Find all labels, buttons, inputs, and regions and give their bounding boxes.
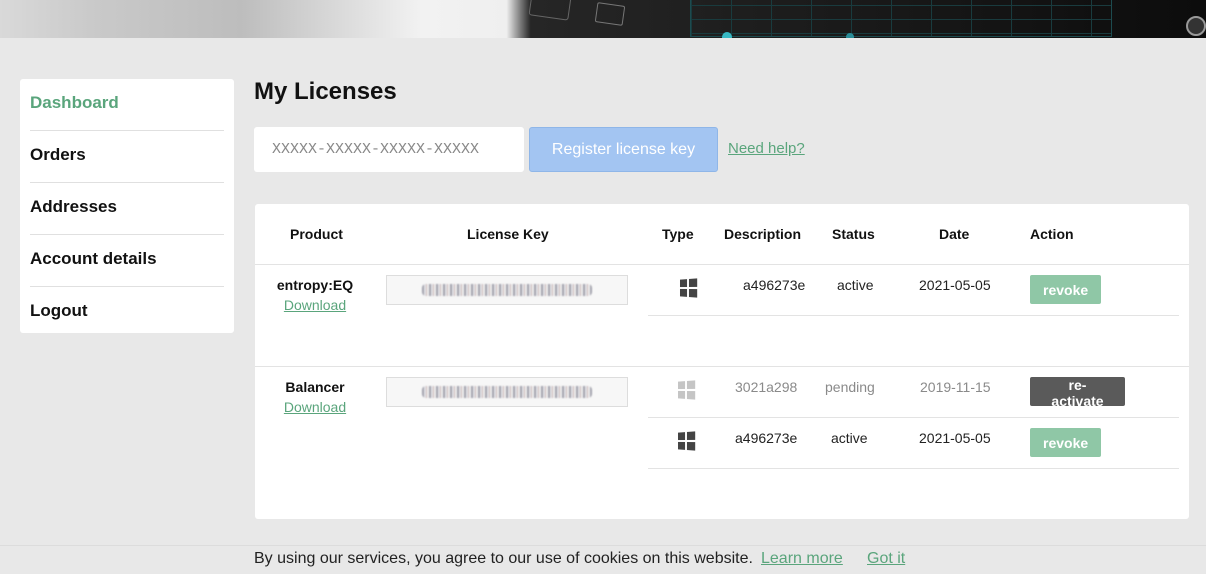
- product-name: Balancer: [285, 379, 345, 395]
- activation-divider: [648, 315, 1179, 316]
- activation-date: 2019-11-15: [920, 379, 991, 395]
- sidebar-item-addresses[interactable]: Addresses: [30, 183, 224, 235]
- windows-icon: [677, 380, 696, 400]
- header-divider: [255, 264, 1189, 265]
- product-divider: [255, 366, 1189, 367]
- header-banner-image: [0, 0, 1206, 38]
- sidebar-item-logout[interactable]: Logout: [30, 287, 224, 338]
- got-it-link[interactable]: Got it: [867, 550, 905, 568]
- activation-status: active: [831, 430, 868, 446]
- activation-description: 3021a298: [735, 379, 798, 395]
- revoke-button[interactable]: revoke: [1030, 275, 1101, 304]
- activation-divider: [648, 468, 1179, 469]
- page-title: My Licenses: [254, 78, 397, 105]
- activation-status: active: [837, 277, 874, 293]
- column-header-date: Date: [939, 226, 970, 242]
- obscured-license-key: [422, 284, 592, 296]
- license-key-input[interactable]: [254, 127, 524, 172]
- column-header-type: Type: [662, 226, 694, 242]
- windows-icon: [679, 278, 698, 298]
- product-name: entropy:EQ: [276, 277, 354, 293]
- column-header-license-key: License Key: [467, 226, 549, 242]
- banner-node: [846, 33, 854, 38]
- banner-knob: [1186, 16, 1206, 36]
- sidebar-item-dashboard[interactable]: Dashboard: [30, 79, 224, 131]
- activation-status: pending: [825, 379, 875, 395]
- license-key-field[interactable]: [386, 377, 628, 407]
- activation-description: a496273e: [735, 430, 798, 446]
- column-header-description: Description: [724, 226, 802, 242]
- banner-node: [722, 32, 732, 38]
- learn-more-link[interactable]: Learn more: [761, 550, 843, 568]
- obscured-license-key: [422, 386, 592, 398]
- activation-description: a496273e: [743, 277, 806, 293]
- activation-divider: [648, 417, 1179, 418]
- license-key-field[interactable]: [386, 275, 628, 305]
- activation-date: 2021-05-05: [919, 277, 991, 293]
- sidebar-item-account-details[interactable]: Account details: [30, 235, 224, 287]
- banner-decoration: [528, 0, 572, 21]
- windows-icon: [677, 431, 696, 451]
- cookie-message: By using our services, you agree to our …: [254, 550, 753, 567]
- column-header-action: Action: [1030, 226, 1074, 242]
- sidebar-item-orders[interactable]: Orders: [30, 131, 224, 183]
- column-header-status: Status: [832, 226, 875, 242]
- licenses-table: Product License Key Type Description Sta…: [255, 204, 1189, 519]
- revoke-button[interactable]: revoke: [1030, 428, 1101, 457]
- reactivate-button[interactable]: re-activate: [1030, 377, 1125, 409]
- banner-graph: [690, 0, 1112, 37]
- need-help-link[interactable]: Need help?: [728, 140, 805, 157]
- download-link[interactable]: Download: [255, 297, 375, 313]
- register-license-button[interactable]: Register license key: [529, 127, 718, 172]
- banner-decoration: [594, 2, 626, 26]
- account-sidebar: Dashboard Orders Addresses Account detai…: [20, 79, 234, 333]
- column-header-product: Product: [290, 226, 343, 242]
- activation-date: 2021-05-05: [919, 430, 991, 446]
- cookie-banner: By using our services, you agree to our …: [0, 545, 1206, 574]
- download-link[interactable]: Download: [255, 399, 375, 415]
